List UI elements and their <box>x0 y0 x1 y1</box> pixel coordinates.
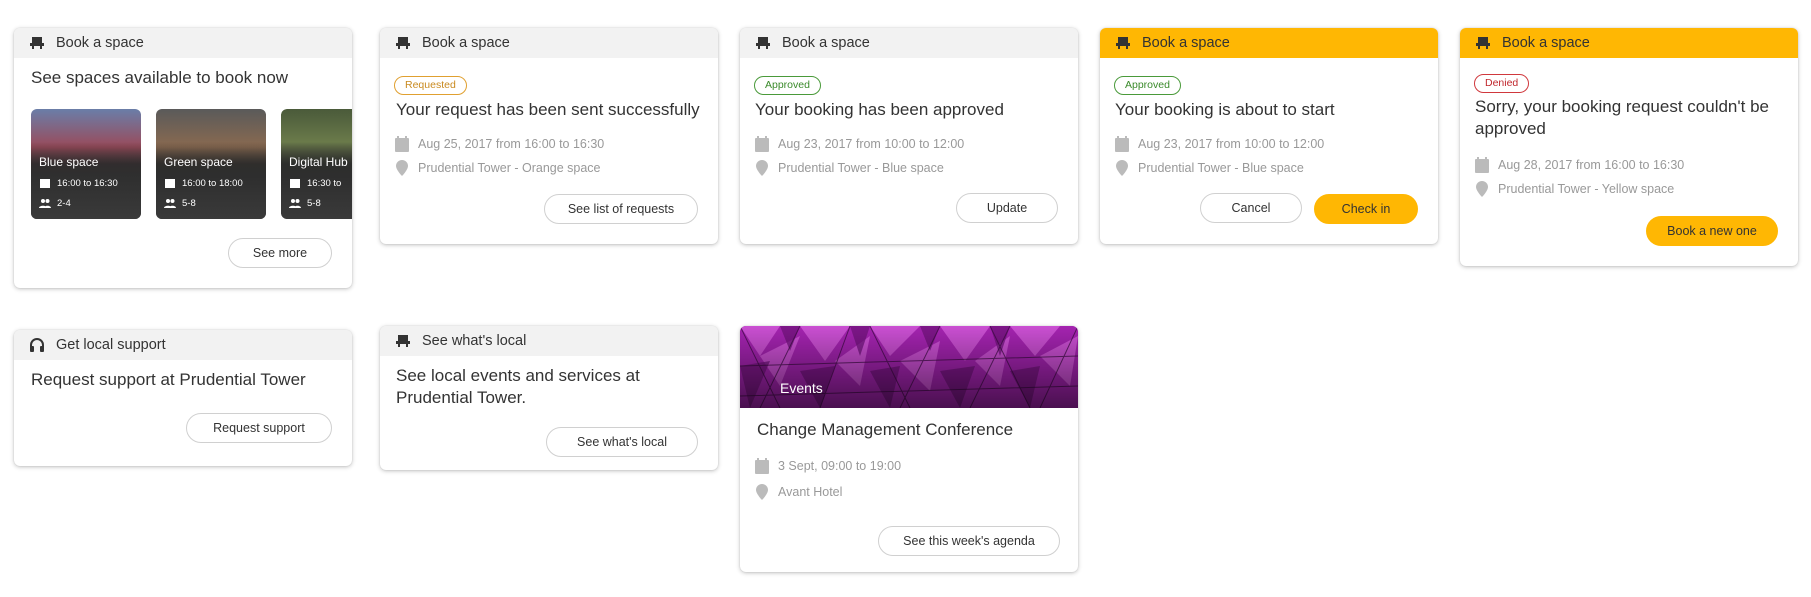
location-pin-icon <box>1114 160 1130 176</box>
status-badge: Denied <box>1474 74 1530 93</box>
location-pin-icon <box>754 160 770 176</box>
booking-date: Aug 23, 2017 from 10:00 to 12:00 <box>1138 137 1325 151</box>
book-a-new-one-button[interactable]: Book a new one <box>1646 216 1778 246</box>
card-local-support: Get local support Request support at Pru… <box>14 330 352 466</box>
armchair-icon <box>1474 34 1492 52</box>
tile-strip-clip: Digital Hub 16:30 to 5-8 <box>281 109 352 219</box>
location-pin-icon <box>754 484 770 500</box>
card-whats-local: See what's local See local events and se… <box>380 326 718 470</box>
check-in-button[interactable]: Check in <box>1314 194 1418 224</box>
armchair-icon <box>754 34 772 52</box>
status-badge: Requested <box>394 76 467 95</box>
tile-time: 16:00 to 16:30 <box>57 177 118 189</box>
card-header: Book a space <box>1460 28 1798 58</box>
header-label: See what's local <box>422 333 527 349</box>
card-title: Your booking is about to start <box>1115 100 1335 119</box>
card-event: Events Change Management Conference 3 Se… <box>740 326 1078 572</box>
cancel-button[interactable]: Cancel <box>1200 193 1302 223</box>
tile-name: Green space <box>164 155 233 169</box>
tile-name: Digital Hub <box>289 155 348 169</box>
booking-location: Prudential Tower - Blue space <box>1138 161 1304 175</box>
people-icon <box>289 197 301 209</box>
armchair-icon <box>1114 34 1132 52</box>
card-spaces-available: Book a space See spaces available to boo… <box>14 28 352 288</box>
card-title: See spaces available to book now <box>31 68 289 87</box>
card-title: Your request has been sent successfully <box>396 100 700 119</box>
card-header: Book a space <box>14 28 352 58</box>
calendar-icon <box>754 136 770 152</box>
booking-date: Aug 23, 2017 from 10:00 to 12:00 <box>778 137 965 151</box>
calendar-icon <box>754 458 770 474</box>
space-tile-green[interactable]: Green space 16:00 to 18:00 5-8 <box>156 109 266 219</box>
event-date: 3 Sept, 09:00 to 19:00 <box>778 459 902 473</box>
header-label: Book a space <box>1502 35 1590 51</box>
card-title: Request support at Prudential Tower <box>31 370 306 389</box>
see-more-button[interactable]: See more <box>228 238 332 268</box>
calendar-icon <box>394 136 410 152</box>
card-title: Your booking has been approved <box>755 100 1004 119</box>
booking-date: Aug 28, 2017 from 16:00 to 16:30 <box>1498 158 1685 172</box>
booking-location: Prudential Tower - Blue space <box>778 161 944 175</box>
people-icon <box>164 197 176 209</box>
card-header: See what's local <box>380 326 718 356</box>
calendar-icon <box>1474 157 1490 173</box>
people-icon <box>39 197 51 209</box>
event-image-label: Events <box>780 380 823 396</box>
card-booking-about-to-start: Book a space Approved Your booking is ab… <box>1100 28 1438 244</box>
header-label: Book a space <box>422 35 510 51</box>
booking-location: Prudential Tower - Orange space <box>418 161 601 175</box>
tile-capacity: 5-8 <box>307 197 321 209</box>
headset-icon <box>28 336 46 354</box>
tile-name: Blue space <box>39 155 99 169</box>
status-badge: Approved <box>1114 76 1181 95</box>
card-header: Get local support <box>14 330 352 360</box>
card-booking-approved: Book a space Approved Your booking has b… <box>740 28 1078 244</box>
booking-date: Aug 25, 2017 from 16:00 to 16:30 <box>418 137 605 151</box>
see-this-weeks-agenda-button[interactable]: See this week's agenda <box>878 526 1060 556</box>
card-header: Book a space <box>380 28 718 58</box>
update-button[interactable]: Update <box>956 193 1058 223</box>
location-pin-icon <box>1474 181 1490 197</box>
card-title: Change Management Conference <box>757 420 1014 439</box>
status-badge: Approved <box>754 76 821 95</box>
card-booking-denied: Book a space Denied Sorry, your booking … <box>1460 28 1798 266</box>
calendar-icon <box>164 177 176 189</box>
header-label: Book a space <box>782 35 870 51</box>
tile-capacity: 5-8 <box>182 197 196 209</box>
card-title: Sorry, your booking request couldn't be … <box>1475 97 1769 138</box>
armchair-icon <box>394 332 412 350</box>
header-label: Book a space <box>56 35 144 51</box>
see-list-of-requests-button[interactable]: See list of requests <box>544 194 698 224</box>
tile-capacity: 2-4 <box>57 197 71 209</box>
tile-time: 16:00 to 18:00 <box>182 177 243 189</box>
header-label: Get local support <box>56 337 166 353</box>
event-image[interactable]: Events <box>740 326 1078 408</box>
card-header: Book a space <box>740 28 1078 58</box>
request-support-button[interactable]: Request support <box>186 413 332 443</box>
calendar-icon <box>289 177 301 189</box>
location-pin-icon <box>394 160 410 176</box>
card-request-sent: Book a space Requested Your request has … <box>380 28 718 244</box>
space-tile-digital-hub[interactable]: Digital Hub 16:30 to 5-8 <box>281 109 352 219</box>
space-tile-blue[interactable]: Blue space 16:00 to 16:30 2-4 <box>31 109 141 219</box>
card-header: Book a space <box>1100 28 1438 58</box>
see-whats-local-button[interactable]: See what's local <box>546 427 698 457</box>
calendar-icon <box>1114 136 1130 152</box>
booking-location: Prudential Tower - Yellow space <box>1498 182 1675 196</box>
armchair-icon <box>28 34 46 52</box>
armchair-icon <box>394 34 412 52</box>
tile-time: 16:30 to <box>307 177 342 189</box>
card-title: See local events and services at Prudent… <box>396 366 640 407</box>
event-location: Avant Hotel <box>778 485 843 499</box>
header-label: Book a space <box>1142 35 1230 51</box>
calendar-icon <box>39 177 51 189</box>
